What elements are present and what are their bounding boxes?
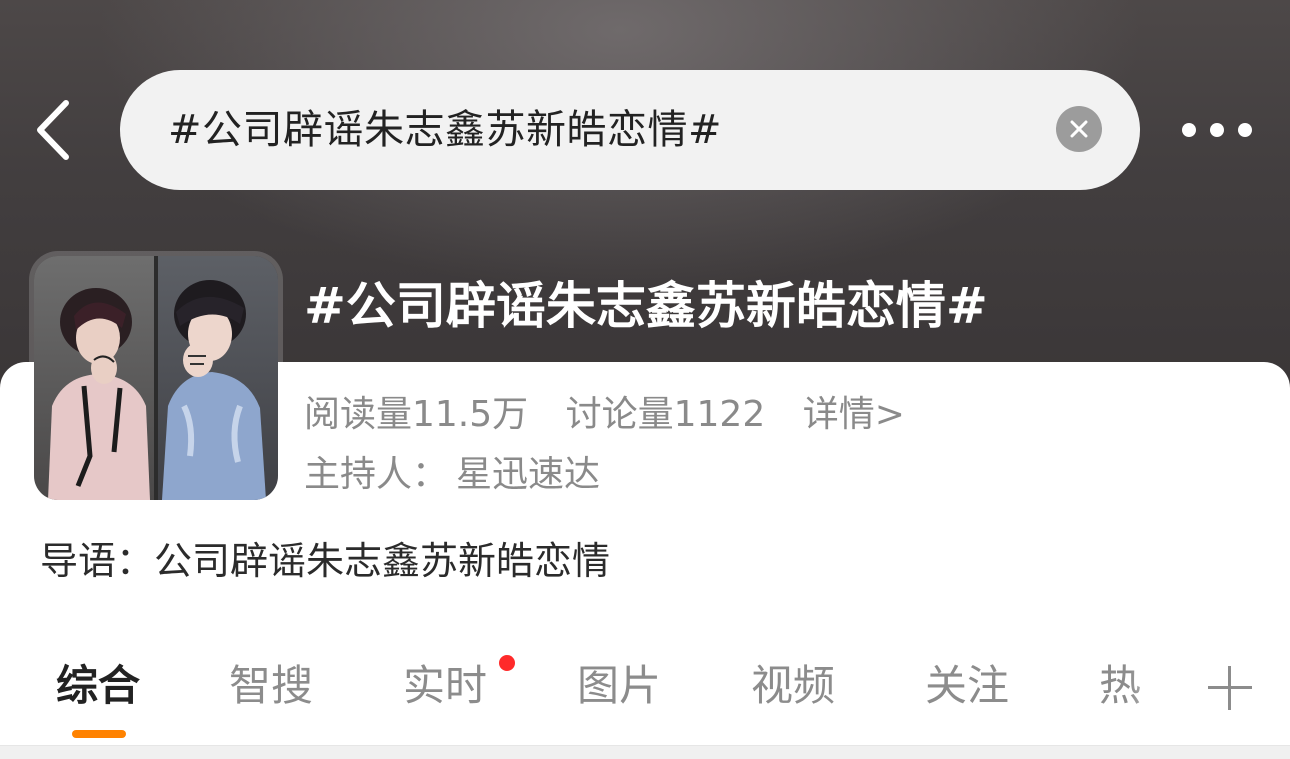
topic-host: 主持人： 星迅速达: [304, 450, 600, 500]
close-icon: [1070, 120, 1088, 138]
read-count: 阅读量11.5万: [304, 394, 529, 435]
search-bar[interactable]: #公司辟谣朱志鑫苏新皓恋情#: [120, 70, 1140, 190]
cover-illustration: [34, 256, 278, 500]
topic-title: #公司辟谣朱志鑫苏新皓恋情#: [304, 277, 988, 335]
back-button[interactable]: [24, 92, 84, 168]
topic-stats: 阅读量11.5万 讨论量1122 详情>: [304, 390, 931, 440]
details-link[interactable]: 详情>: [803, 394, 905, 435]
host-label: 主持人：: [304, 454, 449, 495]
tab-realtime[interactable]: 实时: [403, 650, 487, 722]
more-horizontal-icon: [1182, 123, 1196, 137]
tab-following[interactable]: 关注: [925, 650, 1009, 722]
realtime-badge-dot: [499, 655, 515, 671]
active-tab-indicator: [72, 730, 126, 738]
topic-page: #公司辟谣朱志鑫苏新皓恋情# #公司辟谣朱志鑫苏新皓恋情# 阅读量11.5万 讨…: [0, 0, 1290, 759]
plus-icon[interactable]: [1208, 666, 1252, 710]
search-input[interactable]: #公司辟谣朱志鑫苏新皓恋情#: [168, 70, 722, 190]
tab-overflow-fade: [1130, 650, 1200, 726]
discussion-count: 讨论量1122: [565, 394, 766, 435]
tab-images[interactable]: 图片: [577, 650, 661, 722]
more-options-button[interactable]: [1172, 106, 1262, 154]
more-dot: [1238, 123, 1252, 137]
tab-comprehensive[interactable]: 综合: [56, 650, 140, 722]
host-name-link[interactable]: 星迅速达: [456, 454, 600, 495]
tab-videos[interactable]: 视频: [751, 650, 835, 722]
tab-smart-search[interactable]: 智搜: [229, 650, 313, 722]
tab-bar: 综合 智搜 实时 图片 视频 关注 热: [0, 650, 1290, 740]
chevron-left-icon: [37, 100, 69, 160]
content-divider: [0, 745, 1290, 759]
clear-search-button[interactable]: [1056, 106, 1102, 152]
topic-intro: 导语：公司辟谣朱志鑫苏新皓恋情: [40, 539, 611, 583]
topic-cover-image[interactable]: [34, 256, 278, 500]
more-dot: [1210, 123, 1224, 137]
